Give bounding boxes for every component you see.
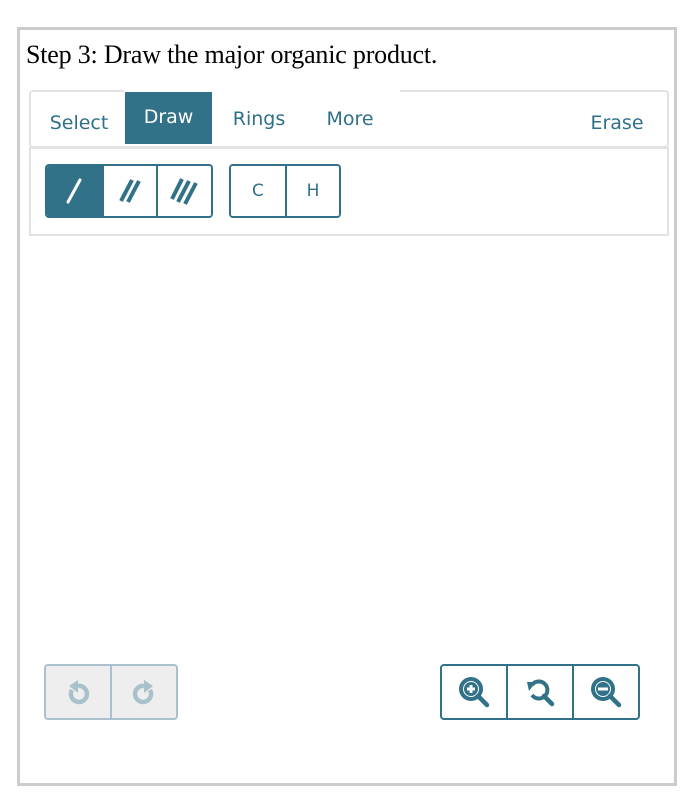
- hydrogen-label: H: [306, 181, 320, 201]
- undo-button[interactable]: [46, 666, 110, 718]
- zoom-reset-button[interactable]: [506, 666, 572, 718]
- tab-select[interactable]: Select: [39, 97, 119, 149]
- molecule-sketcher: Select Draw Rings More Erase C H: [29, 90, 669, 236]
- double-bond-button[interactable]: [101, 166, 157, 216]
- zoom-in-button[interactable]: [442, 666, 506, 718]
- zoom-in-icon: [459, 677, 490, 708]
- carbon-label: C: [252, 181, 264, 201]
- zoom-controls: [440, 664, 640, 720]
- zoom-out-button[interactable]: [572, 666, 638, 718]
- tab-draw[interactable]: Draw: [125, 92, 212, 144]
- history-controls: [44, 664, 178, 720]
- redo-button[interactable]: [110, 666, 176, 718]
- triple-bond-button[interactable]: [156, 166, 211, 216]
- triple-bond-icon: [169, 178, 198, 205]
- undo-icon: [68, 680, 90, 705]
- question-frame: Step 3: Draw the major organic product. …: [17, 27, 677, 786]
- erase-button[interactable]: Erase: [577, 97, 657, 149]
- zoom-reset-icon: [527, 679, 555, 707]
- tab-bar: Select Draw Rings More Erase: [29, 90, 669, 148]
- single-bond-button[interactable]: [47, 166, 102, 216]
- tab-more[interactable]: More: [307, 94, 393, 146]
- hydrogen-atom-button[interactable]: H: [284, 166, 339, 216]
- single-bond-icon: [66, 178, 82, 204]
- double-bond-icon: [119, 179, 141, 203]
- atom-tool-group: C H: [229, 164, 341, 218]
- redo-icon: [132, 680, 154, 705]
- draw-toolbar: C H: [29, 147, 669, 236]
- bond-tool-group: [45, 164, 213, 218]
- question-text: Step 3: Draw the major organic product.: [26, 40, 438, 69]
- tab-rings[interactable]: Rings: [215, 94, 303, 146]
- carbon-atom-button[interactable]: C: [231, 166, 285, 216]
- zoom-out-icon: [591, 677, 622, 708]
